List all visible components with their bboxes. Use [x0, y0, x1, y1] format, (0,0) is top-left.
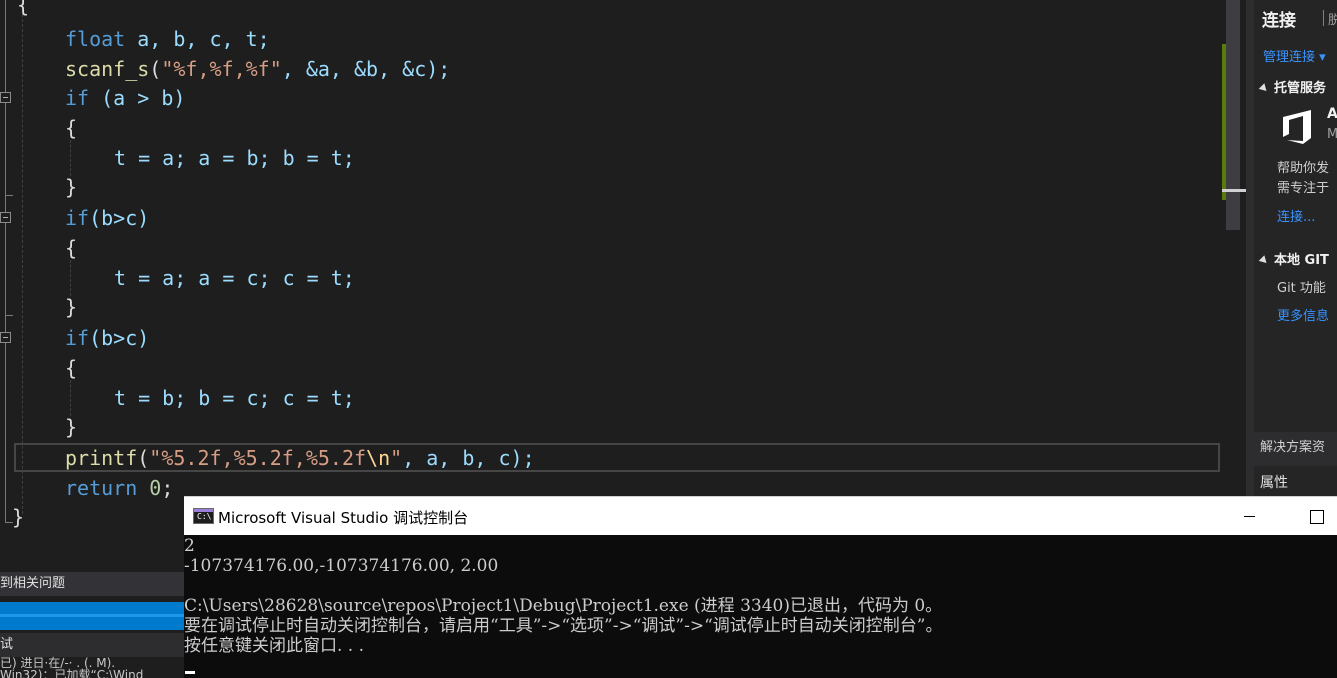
scrollbar-thumb[interactable] — [1226, 0, 1240, 230]
paren: ( — [137, 446, 150, 470]
code-line-swap3: t = b; b = c; c = t; — [0, 383, 1222, 413]
if1-close-brace: } — [65, 175, 78, 199]
keyword-return: return — [65, 476, 138, 500]
local-git-section[interactable]: 本地 GIT — [1258, 249, 1329, 268]
offline-label: 脱机 — [1328, 13, 1337, 28]
console-title: Microsoft Visual Studio 调试控制台 — [218, 509, 469, 527]
keyword-float: float — [65, 27, 126, 51]
code-line-declaration: float a, b, c, t; — [0, 24, 1222, 54]
printf-format-end: " — [390, 446, 403, 470]
find-related-issues-link[interactable]: 到相关问题 — [0, 572, 184, 596]
manage-connections-link[interactable]: 管理连接 ▾ — [1263, 46, 1326, 65]
scanf-format-string: "%f,%f,%f" — [161, 57, 282, 81]
console-line: 要在调试停止时自动关闭控制台，请启用“工具”->“选项”->“调试”->“调试停… — [184, 616, 943, 636]
if1-condition: (a > b) — [89, 86, 186, 110]
scanf-args: , &a, &b, &c); — [281, 57, 451, 81]
console-app-icon: C:\ — [193, 508, 214, 524]
panel-title: 连接 — [1262, 11, 1296, 31]
keyword-if: if — [65, 326, 90, 350]
console-titlebar[interactable]: C:\ Microsoft Visual Studio 调试控制台 — [184, 497, 1337, 535]
error-list-selected-row[interactable] — [0, 602, 184, 630]
main-close-brace: } — [12, 505, 25, 529]
if2-open-brace: { — [65, 236, 78, 260]
console-line: -107374176.00,-107374176.00, 2.00 — [184, 556, 499, 576]
minimize-button[interactable] — [1234, 506, 1264, 526]
azure-devops-logo-icon — [1283, 110, 1311, 144]
code-line-if3-close: } — [0, 412, 1222, 442]
function-printf: printf — [65, 446, 138, 470]
collapse-triangle-icon — [1258, 83, 1270, 94]
title-separator — [1323, 10, 1324, 26]
if1-open-brace: { — [65, 116, 78, 140]
caret-position-marker — [1222, 189, 1246, 192]
code-line-if3: if(b>c) — [0, 323, 1222, 353]
team-explorer-content: 连接 脱机 管理连接 ▾ 托管服务 A M 帮助你发 需专注于 连接... 本地… — [1254, 0, 1337, 432]
printf-args: , a, b, c); — [402, 446, 535, 470]
if3-open-brace: { — [65, 356, 78, 380]
console-line: 2 — [184, 536, 195, 556]
swap2-statement: t = a; a = c; c = t; — [114, 266, 355, 290]
team-explorer-panel: 连接 脱机 管理连接 ▾ 托管服务 A M 帮助你发 需专注于 连接... 本地… — [1246, 0, 1337, 500]
swap3-statement: t = b; b = c; c = t; — [114, 386, 355, 410]
console-cursor — [185, 671, 195, 674]
more-info-link[interactable]: 更多信息 — [1277, 305, 1329, 324]
paren: ( — [149, 57, 162, 81]
if3-condition: (b>c) — [89, 326, 150, 350]
code-line-if3-open: { — [0, 353, 1222, 383]
maximize-button[interactable] — [1302, 506, 1332, 526]
code-line-swap1: t = a; a = b; b = t; — [0, 143, 1222, 173]
help-text-line1: 帮助你发 — [1277, 161, 1330, 176]
printf-format-string: "%5.2f,%5.2f,%5.2f — [149, 446, 367, 470]
devops-subtitle: M — [1327, 127, 1337, 142]
code-line-if2-close: } — [0, 292, 1222, 322]
code-line-if2-open: { — [0, 233, 1222, 263]
main-open-brace: { — [17, 0, 30, 17]
properties-label: 属性 — [1260, 475, 1288, 491]
output-line: Win32)：已加载“C:\Wind — [0, 668, 144, 678]
connect-link[interactable]: 连接... — [1277, 206, 1315, 225]
console-line: 按任意键关闭此窗口. . . — [184, 636, 365, 656]
code-line-if2: if(b>c) — [0, 203, 1222, 233]
console-line: C:\Users\28628\source\repos\Project1\Deb… — [184, 596, 943, 616]
console-icon-text: C:\ — [197, 512, 212, 521]
code-editor[interactable]: { float a, b, c, t; scanf_s("%f,%f,%f", … — [0, 0, 1222, 540]
return-value: 0 — [149, 476, 162, 500]
local-git-label: 本地 GIT — [1274, 253, 1329, 268]
printf-escape: \n — [366, 446, 391, 470]
if2-close-brace: } — [65, 295, 78, 319]
code-line-swap2: t = a; a = c; c = t; — [0, 263, 1222, 293]
tab-solution-explorer[interactable]: 解决方案资 — [1260, 436, 1325, 455]
devops-name: A — [1327, 106, 1337, 122]
code-line-if1-open: { — [0, 113, 1222, 143]
if2-condition: (b>c) — [89, 206, 150, 230]
semicolon: ; — [161, 476, 174, 500]
code-line-open-brace: { — [0, 0, 1222, 20]
collapse-triangle-icon — [1258, 255, 1270, 266]
if3-close-brace: } — [65, 415, 78, 439]
output-panel: 到相关问题 试 已) 进日·在/-· . (. M). Win32)：已加载“C… — [0, 540, 184, 678]
editor-scrollbar[interactable] — [1222, 0, 1246, 500]
swap1-statement: t = a; a = b; b = t; — [114, 146, 355, 170]
debug-console-window[interactable]: C:\ Microsoft Visual Studio 调试控制台 2 -107… — [184, 496, 1337, 678]
declared-vars: a, b, c, t; — [137, 27, 270, 51]
code-line-printf: printf("%5.2f,%5.2f,%5.2f\n", a, b, c); — [0, 443, 1222, 473]
function-scanf: scanf_s — [65, 57, 150, 81]
keyword-if: if — [65, 206, 90, 230]
hosted-services-label: 托管服务 — [1274, 81, 1327, 96]
git-feature-text: Git 功能 — [1277, 281, 1326, 296]
keyword-if: if — [65, 86, 90, 110]
hosted-services-section[interactable]: 托管服务 — [1258, 77, 1327, 96]
help-text-line2: 需专注于 — [1277, 181, 1330, 196]
code-line-if1-close: } — [0, 172, 1222, 202]
properties-panel-header[interactable]: 属性 — [1254, 466, 1337, 500]
change-marker — [1222, 44, 1226, 200]
code-line-if1: if (a > b) — [0, 83, 1222, 113]
code-line-scanf: scanf_s("%f,%f,%f", &a, &b, &c); — [0, 54, 1222, 84]
